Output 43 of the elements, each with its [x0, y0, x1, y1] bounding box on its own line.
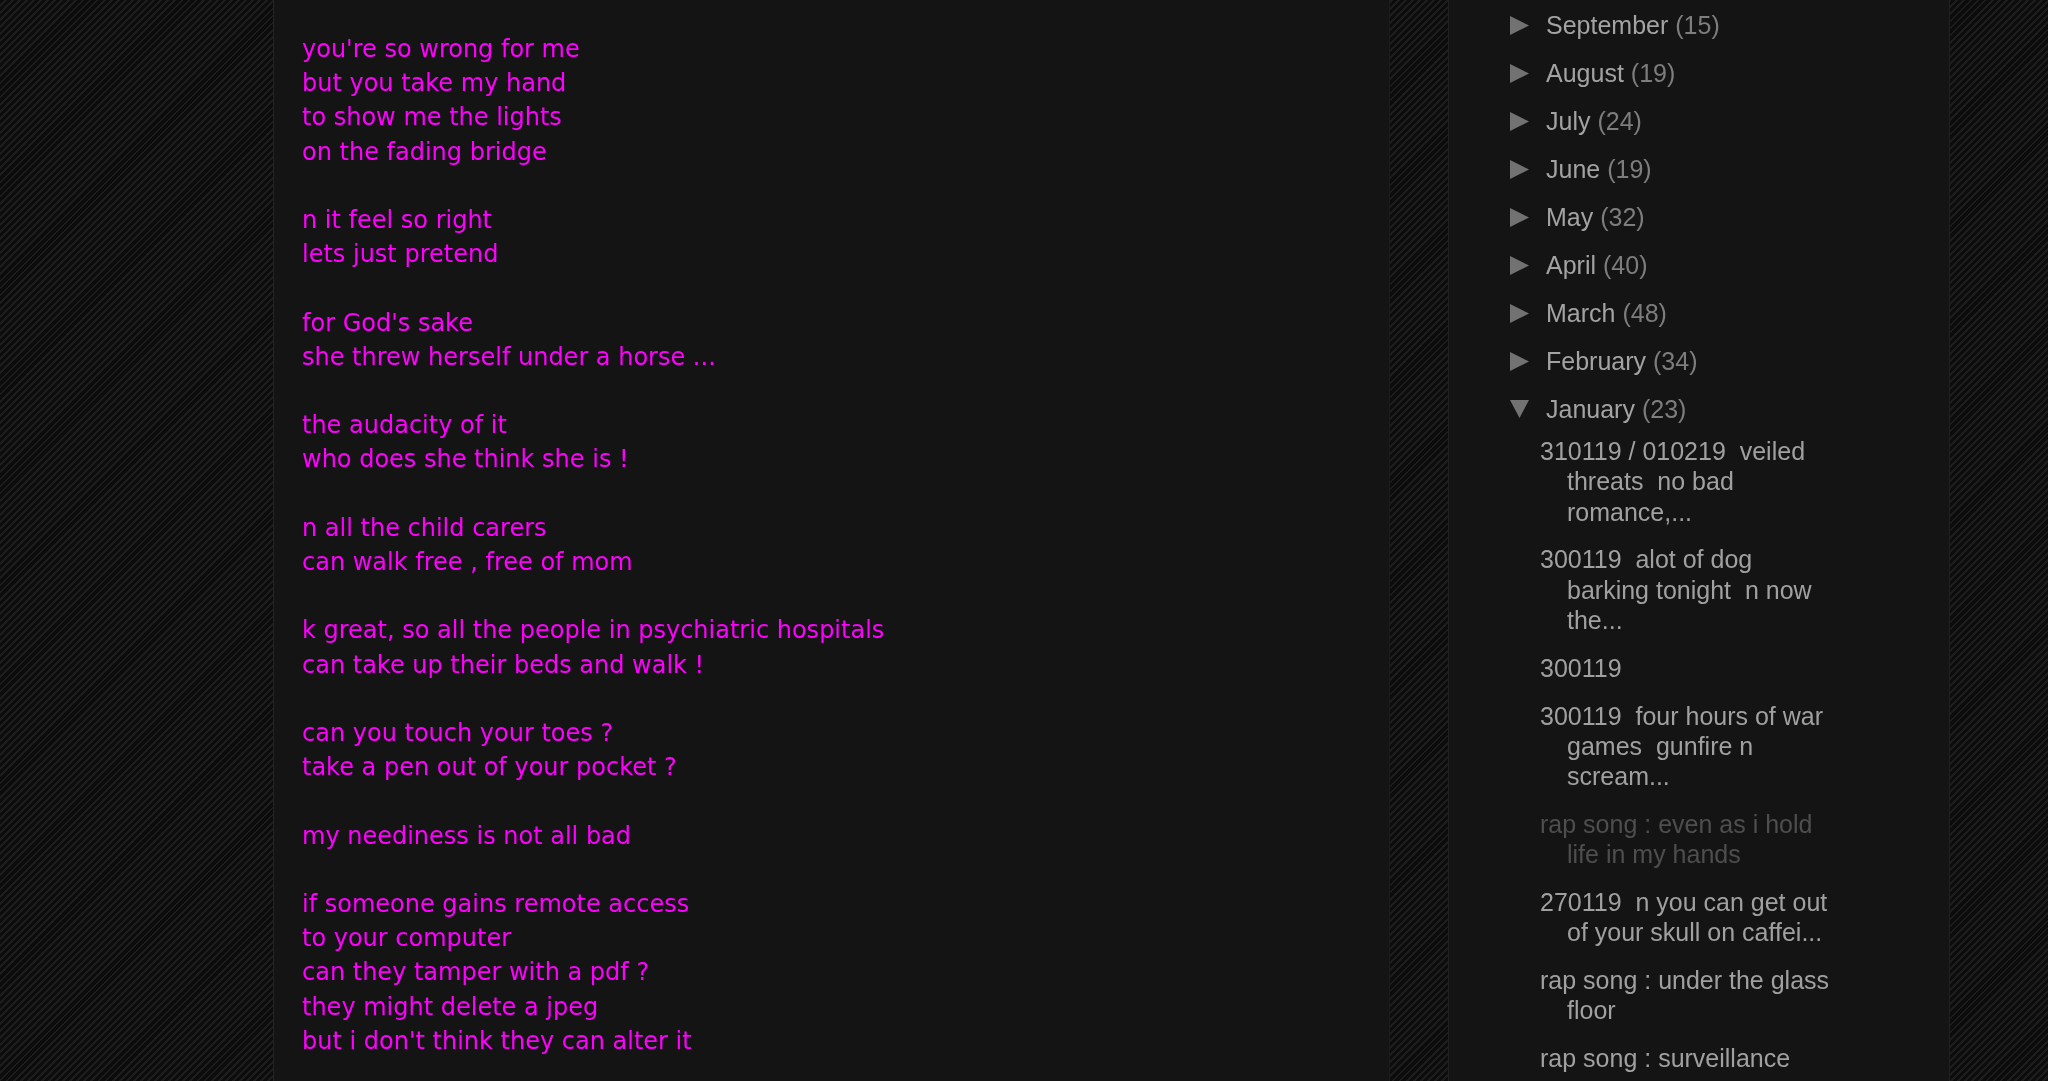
- post-link[interactable]: rap song : under the glass floor: [1540, 965, 1838, 1026]
- poem-stanza: you're so wrong for me but you take my hand to show me the lights on the fading bridge: [302, 34, 581, 168]
- post-count: (34): [1653, 346, 1698, 376]
- poem-stanza: for God's sake she threw herself under a horse ...: [302, 307, 717, 373]
- month-link[interactable]: March: [1546, 298, 1616, 328]
- post-count: (32): [1600, 202, 1645, 232]
- poem-stanza: the audacity of it who does she think she is !: [302, 410, 630, 476]
- month-link[interactable]: February: [1546, 346, 1647, 376]
- post-count: (15): [1675, 10, 1720, 40]
- month-link[interactable]: September: [1546, 10, 1669, 40]
- poem-stanza: n it feel so right lets just pretend: [302, 205, 500, 271]
- caret-right-icon[interactable]: [1510, 111, 1529, 131]
- month-link[interactable]: August: [1546, 58, 1624, 88]
- month-link[interactable]: July: [1546, 106, 1591, 136]
- post-count: (40): [1603, 250, 1648, 280]
- post-count: (19): [1607, 154, 1652, 184]
- post-link[interactable]: 270119 n you can get out of your skull on caffei...: [1540, 887, 1838, 948]
- post-link[interactable]: 310119 / 010219 veiled threats no bad romance,...: [1540, 436, 1838, 527]
- caret-right-icon[interactable]: [1510, 63, 1529, 83]
- caret-right-icon[interactable]: [1510, 303, 1529, 323]
- post-count: (19): [1630, 58, 1676, 88]
- caret-down-icon[interactable]: [1510, 400, 1529, 418]
- month-link[interactable]: April: [1546, 250, 1596, 280]
- caret-right-icon[interactable]: [1510, 159, 1529, 179]
- month-link[interactable]: June: [1546, 154, 1601, 184]
- poem-stanza: k great, so all the people in psychiatric hospitals can take up their beds and walk !: [302, 615, 886, 681]
- post-count: (48): [1622, 298, 1667, 328]
- month-link[interactable]: January: [1546, 394, 1635, 424]
- post-count: (24): [1597, 106, 1642, 136]
- caret-right-icon[interactable]: [1510, 207, 1529, 227]
- month-link[interactable]: May: [1546, 202, 1594, 232]
- caret-right-icon[interactable]: [1510, 255, 1529, 275]
- caret-right-icon[interactable]: [1510, 15, 1529, 35]
- post-link[interactable]: rap song : surveillance: [1540, 1043, 1838, 1074]
- poem-stanza: if someone gains remote access to your computer can they tamper with a pdf ? they might delete a jpeg but i don't think they can alter it: [302, 888, 693, 1057]
- poem-stanza: can you touch your toes ? take a pen out of your pocket ?: [302, 717, 678, 784]
- caret-right-icon[interactable]: [1510, 351, 1529, 371]
- post-link[interactable]: 300119 four hours of war games gunfire n scream...: [1540, 700, 1838, 792]
- post-count: (23): [1641, 394, 1687, 424]
- poem-stanza: n all the child carers can walk free , free of mom: [302, 512, 634, 578]
- poem-stanza: my neediness is not all bad: [302, 820, 633, 852]
- post-link[interactable]: 300119 alot of dog barking tonight n now the...: [1540, 544, 1838, 636]
- post-link[interactable]: 300119: [1540, 652, 1838, 684]
